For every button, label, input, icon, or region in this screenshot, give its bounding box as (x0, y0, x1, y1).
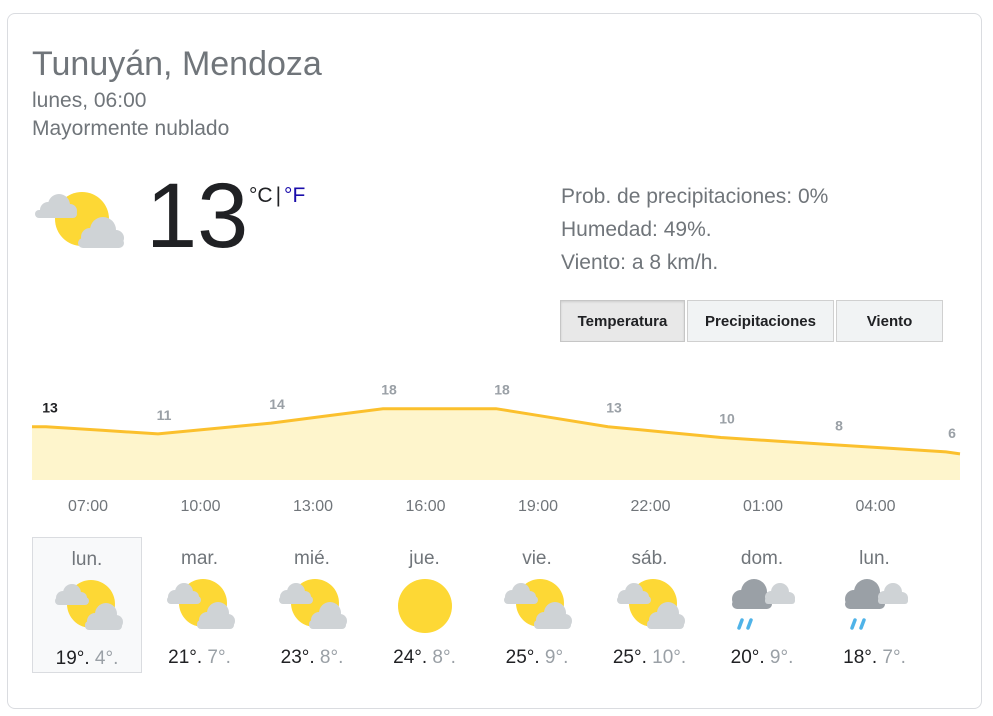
low-temp: 9° (544, 647, 564, 668)
day-temperatures: 25°. 9°. (505, 647, 569, 668)
forecast-day[interactable]: mar. 21°. 7°. (145, 537, 255, 673)
hour-label: 04:00 (855, 498, 896, 515)
day-name: lun. (71, 549, 103, 570)
low-temp: 10° (652, 647, 681, 668)
unit-separator: | (275, 184, 282, 207)
day-temperatures: 25°. 10°. (612, 647, 687, 668)
wind-value: Viento: a 8 km/h. (561, 251, 719, 274)
tab-precipitation[interactable]: Precipitaciones (687, 300, 834, 342)
daily-forecast: lun. 19°. 4°. mar. 21°. 7°. mié. 23°. 8°. jue.… (32, 537, 962, 673)
temperature-chart: 13 11 14 18 18 13 10 8 6 (32, 382, 961, 480)
condition-label: Mayormente nublado (32, 117, 230, 140)
partly-cloudy-icon (502, 575, 572, 637)
hour-label: 13:00 (292, 498, 334, 515)
humidity-value: Humedad: 49%. (561, 218, 712, 241)
datetime-label: lunes, 06:00 (32, 89, 147, 112)
sunny-icon (390, 575, 460, 637)
hour-label: 01:00 (742, 498, 784, 515)
day-temperatures: 20°. 9°. (730, 647, 794, 668)
partly-cloudy-icon (615, 575, 685, 637)
day-name: dom. (740, 548, 784, 569)
chart-value-label: 10 (719, 411, 735, 427)
forecast-day[interactable]: lun. 18°. 7°. (820, 537, 930, 673)
high-temp: 20° (730, 647, 760, 668)
hour-label: 22:00 (630, 498, 671, 515)
location-title: Tunuyán, Mendoza (32, 45, 322, 83)
low-temp: 8° (432, 647, 451, 668)
chart-tabs: Temperatura Precipitaciones Viento (560, 300, 945, 342)
chart-value-label: 18 (381, 382, 397, 398)
rain-icon (840, 575, 910, 637)
chart-value-label: 8 (835, 418, 843, 434)
day-temperatures: 18°. 7°. (843, 647, 906, 668)
hour-axis: 07:00 10:00 13:00 16:00 19:00 22:00 01:00 04:00 (32, 498, 962, 518)
tab-temperature[interactable]: Temperatura (560, 300, 685, 342)
chart-value-label: 11 (157, 407, 172, 423)
low-temp: 7° (882, 647, 901, 668)
chart-value-label: 18 (494, 382, 510, 398)
chart-value-label: 6 (948, 425, 956, 441)
weather-details: Prob. de precipitaciones: 0% Humedad: 49… (561, 180, 828, 279)
high-temp: 25° (612, 647, 642, 668)
high-temp: 18° (843, 647, 872, 668)
hour-label: 16:00 (405, 498, 446, 515)
high-temp: 23° (280, 647, 310, 668)
forecast-day[interactable]: mié. 23°. 8°. (257, 537, 367, 673)
tab-wind[interactable]: Viento (836, 300, 943, 342)
day-name: sáb. (631, 548, 668, 569)
day-temperatures: 21°. 7°. (168, 647, 231, 668)
fahrenheit-link[interactable]: °F (284, 184, 305, 207)
rain-icon (727, 575, 797, 637)
day-name: mié. (294, 548, 330, 569)
partly-cloudy-icon (32, 185, 128, 257)
day-name: jue. (409, 548, 440, 569)
day-name: mar. (181, 548, 218, 569)
chart-value-label: 14 (269, 396, 285, 412)
partly-cloudy-icon (165, 575, 235, 637)
low-temp: 7° (207, 647, 226, 668)
low-temp: 9° (769, 647, 789, 668)
high-temp: 25° (505, 647, 535, 668)
low-temp: 4° (94, 648, 114, 669)
day-temperatures: 23°. 8°. (280, 647, 344, 668)
hour-label: 10:00 (180, 498, 221, 515)
forecast-day[interactable]: dom. 20°. 9°. (707, 537, 817, 673)
low-temp: 8° (319, 647, 339, 668)
day-temperatures: 24°. 8°. (393, 647, 456, 668)
unit-toggle: °C | °F (249, 184, 305, 208)
partly-cloudy-icon (53, 576, 123, 638)
forecast-day[interactable]: vie. 25°. 9°. (482, 537, 592, 673)
chart-value-label: 13 (606, 400, 622, 416)
day-name: lun. (859, 548, 890, 569)
current-temperature: 13 (146, 165, 249, 267)
high-temp: 19° (55, 648, 85, 669)
day-name: vie. (522, 548, 552, 569)
hour-label: 07:00 (67, 498, 109, 515)
chart-value-label: 13 (42, 400, 58, 416)
day-temperatures: 19°. 4°. (55, 648, 119, 669)
high-temp: 24° (393, 647, 422, 668)
hour-label: 19:00 (517, 498, 559, 515)
precipitation-probability: Prob. de precipitaciones: 0% (561, 185, 829, 208)
high-temp: 21° (168, 647, 197, 668)
forecast-day[interactable]: lun. 19°. 4°. (32, 537, 142, 673)
celsius-unit[interactable]: °C (249, 184, 273, 207)
partly-cloudy-icon (277, 575, 347, 637)
forecast-day[interactable]: jue. 24°. 8°. (370, 537, 480, 673)
forecast-day[interactable]: sáb. 25°. 10°. (595, 537, 705, 673)
